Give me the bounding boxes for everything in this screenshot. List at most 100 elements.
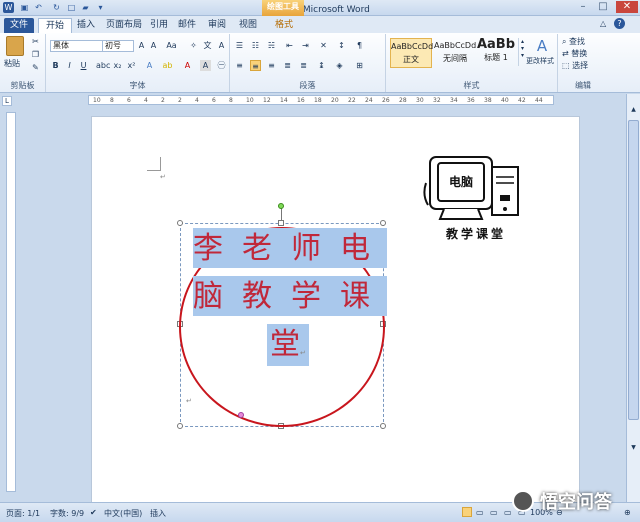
paragraph-mark: ↵ — [300, 349, 306, 357]
adjust-handle[interactable] — [238, 412, 244, 418]
text-effects-icon[interactable]: A — [144, 60, 155, 71]
style-heading-1[interactable]: AaBb 标题 1 — [476, 38, 516, 68]
shrink-font-icon[interactable]: A — [148, 40, 159, 51]
decrease-indent-icon[interactable]: ⇤ — [284, 40, 295, 51]
justify-icon[interactable]: ≣ — [282, 60, 293, 71]
close-icon[interactable]: ✕ — [616, 1, 638, 13]
tab-references[interactable]: 引用 — [146, 18, 172, 33]
highlight-icon[interactable]: ab — [162, 60, 173, 71]
minimize-icon[interactable]: – — [575, 1, 591, 13]
strikethrough-icon[interactable]: abc — [96, 60, 110, 71]
scroll-down-icon[interactable]: ▼ — [628, 444, 639, 454]
show-marks-icon[interactable]: ¶ — [354, 40, 365, 51]
italic-icon[interactable]: I — [64, 60, 75, 71]
format-painter-icon[interactable]: ✎ — [30, 62, 41, 73]
tab-file[interactable]: 文件 — [4, 18, 34, 33]
tab-page-layout[interactable]: 页面布局 — [102, 18, 146, 33]
scroll-thumb[interactable] — [628, 120, 639, 420]
align-right-icon[interactable]: ≡ — [266, 60, 277, 71]
tab-review[interactable]: 审阅 — [202, 18, 232, 33]
distributed-icon[interactable]: ≣ — [298, 60, 309, 71]
text-char[interactable]: 脑 — [193, 279, 223, 315]
bullets-icon[interactable]: ☰ — [234, 40, 245, 51]
resize-handle-nw[interactable] — [177, 220, 183, 226]
computer-logo-image[interactable]: 电脑 教学课堂 — [422, 155, 532, 247]
bold-icon[interactable]: B — [50, 60, 61, 71]
status-language[interactable]: 中文(中国) — [104, 508, 142, 519]
font-size-combo[interactable]: 初号 — [102, 40, 134, 52]
clear-format-icon[interactable]: ✧ — [188, 40, 199, 51]
increase-indent-icon[interactable]: ⇥ — [300, 40, 311, 51]
scroll-up-icon[interactable]: ▲ — [628, 106, 639, 116]
style-normal[interactable]: AaBbCcDd 正文 — [390, 38, 433, 68]
outline-view-icon[interactable]: ▭ — [504, 508, 512, 517]
tab-selector-icon[interactable]: L — [2, 96, 12, 106]
find-button[interactable]: ⌕ 查找 — [562, 36, 585, 47]
chinese-layout-icon[interactable]: ✕ — [318, 40, 329, 51]
replace-button[interactable]: ⇄ 替换 — [562, 48, 587, 59]
numbering-icon[interactable]: ☷ — [250, 40, 261, 51]
full-screen-view-icon[interactable]: ▭ — [476, 508, 484, 517]
vertical-ruler[interactable] — [6, 112, 16, 492]
text-char[interactable]: 堂 — [270, 327, 300, 363]
text-char[interactable]: 课 — [340, 279, 370, 315]
resize-handle-ne[interactable] — [380, 220, 386, 226]
grow-font-icon[interactable]: A — [136, 40, 147, 51]
vertical-scrollbar[interactable]: ▲ ▼ — [626, 94, 640, 502]
text-char[interactable]: 李 — [193, 231, 223, 267]
paste-label[interactable]: 粘贴 — [4, 58, 20, 69]
line-spacing-icon[interactable]: ↨ — [316, 60, 327, 71]
change-styles-label[interactable]: 更改样式 — [526, 56, 554, 66]
select-button[interactable]: ⬚ 选择 — [562, 60, 588, 71]
sort-icon[interactable]: ↕ — [336, 40, 347, 51]
font-name-combo[interactable]: 黑体 — [50, 40, 104, 52]
char-shading-icon[interactable]: A — [200, 60, 211, 71]
font-color-icon[interactable]: A — [182, 60, 193, 71]
web-layout-view-icon[interactable]: ▭ — [490, 508, 498, 517]
proofing-icon[interactable]: ✔ — [90, 508, 97, 517]
resize-handle-n[interactable] — [278, 220, 284, 226]
text-char[interactable]: 电 — [340, 231, 370, 267]
help-icon[interactable]: ? — [614, 18, 625, 29]
copy-icon[interactable]: ❐ — [30, 49, 41, 60]
superscript-icon[interactable]: x² — [126, 60, 137, 71]
change-case-icon[interactable]: Aa — [166, 40, 177, 51]
ribbon-minimize-icon[interactable]: △ — [600, 19, 606, 28]
resize-handle-sw[interactable] — [177, 423, 183, 429]
style-no-spacing[interactable]: AaBbCcDd 无间隔 — [434, 38, 476, 68]
paste-icon[interactable] — [6, 36, 24, 56]
align-center-icon[interactable]: ≡ — [250, 60, 261, 71]
change-styles-icon[interactable]: A — [530, 37, 554, 55]
resize-handle-se[interactable] — [380, 423, 386, 429]
text-char[interactable]: 教 — [242, 279, 272, 315]
char-border-icon[interactable]: A — [216, 40, 227, 51]
print-layout-view-icon[interactable] — [462, 507, 472, 517]
text-char[interactable]: 师 — [291, 231, 321, 267]
shading-icon[interactable]: ◈ — [334, 60, 345, 71]
find-label: 查找 — [569, 37, 586, 46]
align-left-icon[interactable]: ≡ — [234, 60, 245, 71]
tab-view[interactable]: 视图 — [234, 18, 262, 33]
status-word-count[interactable]: 字数: 9/9 — [50, 508, 84, 519]
subscript-icon[interactable]: x₂ — [112, 60, 123, 71]
status-page[interactable]: 页面: 1/1 — [6, 508, 40, 519]
text-char[interactable]: 老 — [242, 231, 272, 267]
phonetic-guide-icon[interactable]: 文 — [202, 40, 213, 51]
enclose-char-icon[interactable]: ㊀ — [216, 60, 227, 71]
styles-scroll-icon[interactable]: ▴ ▾ ▾ — [518, 38, 526, 66]
maximize-icon[interactable]: □ — [595, 1, 611, 13]
tab-home[interactable]: 开始 — [38, 18, 72, 33]
cut-icon[interactable]: ✂ — [30, 36, 41, 47]
document-page[interactable]: ↵ 李 老 师 电 脑 教 学 课 堂 ↵ ↵ 电脑 教学课堂 — [91, 116, 580, 504]
rotate-handle[interactable] — [278, 203, 284, 209]
text-char[interactable]: 学 — [291, 279, 321, 315]
tab-format[interactable]: 格式 — [268, 18, 300, 33]
style-heading-preview: AaBb — [476, 37, 516, 52]
horizontal-ruler[interactable]: 10 8 6 4 2 2 4 6 8 10 12 14 16 18 20 22 24 26 28 30 32 34 36 38… — [88, 95, 554, 105]
underline-icon[interactable]: U — [78, 60, 89, 71]
tab-insert[interactable]: 插入 — [72, 18, 100, 33]
borders-icon[interactable]: ⊞ — [354, 60, 365, 71]
tab-mailings[interactable]: 邮件 — [174, 18, 200, 33]
multilevel-list-icon[interactable]: ☵ — [266, 40, 277, 51]
status-insert-mode[interactable]: 插入 — [150, 508, 166, 519]
